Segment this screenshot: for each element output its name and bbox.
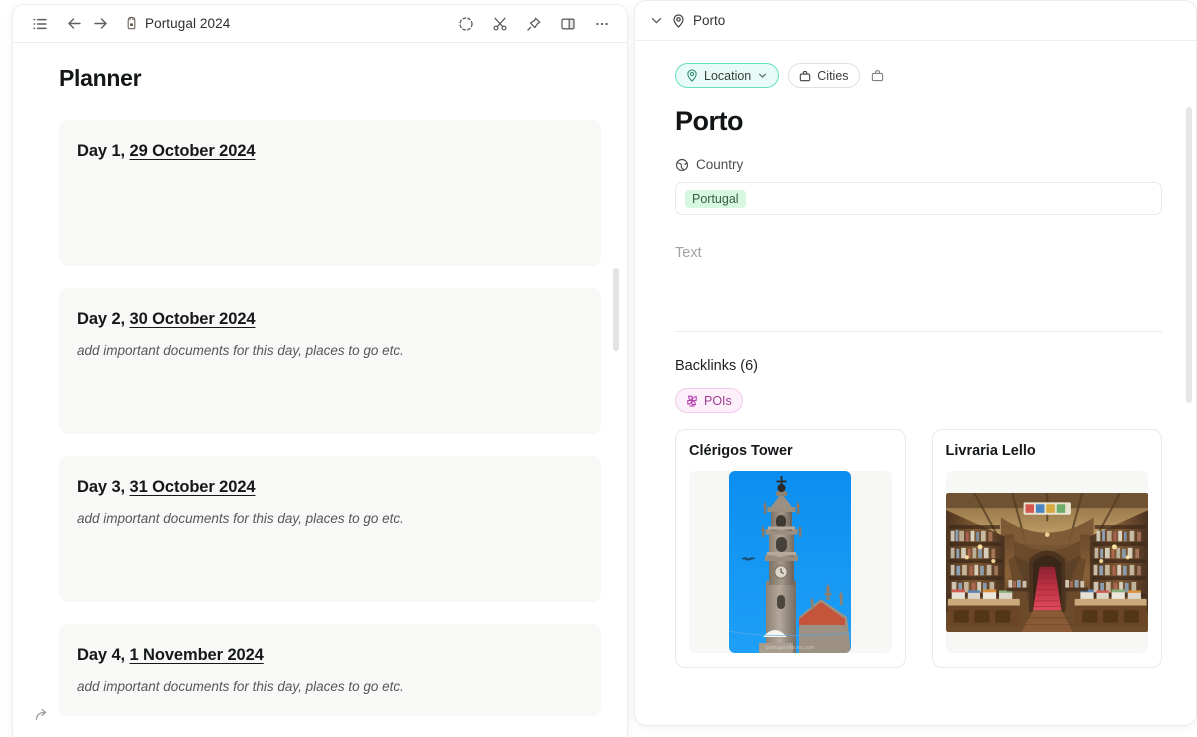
day-heading: Day 3, 31 October 2024 <box>77 478 583 497</box>
day-label: Day 4, <box>77 646 126 664</box>
day-card[interactable]: Day 2, 30 October 2024 add important doc… <box>59 288 601 434</box>
map-pin-icon <box>672 13 685 28</box>
day-date-link[interactable]: 30 October 2024 <box>130 310 256 328</box>
document-window: Portugal 2024 Planner Day 1, 29 October … <box>12 4 628 737</box>
dashed-circle-icon[interactable] <box>453 11 479 37</box>
backlink-card[interactable]: Clérigos Tower portugal-places.com <box>675 429 906 668</box>
chip-cities-label: Cities <box>817 68 849 83</box>
country-field-value[interactable]: Portugal <box>675 182 1162 215</box>
forward-arrow-icon[interactable] <box>87 11 113 37</box>
backlink-card-title: Livraria Lello <box>945 443 1036 459</box>
clerigos-tower-photo[interactable]: portugal-places.com <box>689 471 892 653</box>
chip-location[interactable]: Location <box>675 63 780 88</box>
day-note[interactable]: add important documents for this day, pl… <box>77 343 583 358</box>
chip-cities[interactable]: Cities <box>788 63 860 88</box>
scissors-icon[interactable] <box>487 11 513 37</box>
breadcrumb-document[interactable]: Portugal 2024 <box>125 16 230 32</box>
back-arrow-icon[interactable] <box>61 11 87 37</box>
document-toolbar: Portugal 2024 <box>13 5 627 43</box>
backlink-cards: Clérigos Tower portugal-places.com Livra… <box>675 429 1162 668</box>
record-type-chips: Location Cities <box>675 63 1162 88</box>
country-tag[interactable]: Portugal <box>685 189 746 208</box>
pin-icon[interactable] <box>521 11 547 37</box>
day-date-link[interactable]: 1 November 2024 <box>130 646 264 664</box>
scrollbar-thumb[interactable] <box>613 268 619 351</box>
chevron-down-icon[interactable] <box>649 13 664 28</box>
chip-location-label: Location <box>704 68 752 83</box>
day-heading: Day 2, 30 October 2024 <box>77 310 583 329</box>
more-options-icon[interactable] <box>589 11 615 37</box>
briefcase-icon-standalone[interactable] <box>869 67 886 84</box>
document-body: Planner Day 1, 29 October 2024 Day 2, 30… <box>13 43 627 737</box>
day-note[interactable]: add important documents for this day, pl… <box>77 679 583 694</box>
document-scrollbar[interactable] <box>611 43 620 737</box>
livraria-lello-photo[interactable] <box>945 471 1148 653</box>
record-panel-scrollbar-thumb[interactable] <box>1186 107 1192 403</box>
country-label-text: Country <box>696 157 744 172</box>
day-note[interactable]: add important documents for this day, pl… <box>77 511 583 526</box>
document-title: Portugal 2024 <box>145 16 231 31</box>
record-panel-header: Porto <box>635 1 1196 41</box>
backpack-icon <box>125 16 138 32</box>
document-content: Planner Day 1, 29 October 2024 Day 2, 30… <box>13 65 627 716</box>
svg-text:portugal-places.com: portugal-places.com <box>766 645 815 651</box>
backlinks-heading: Backlinks (6) <box>675 358 758 374</box>
chevron-down-icon[interactable] <box>757 70 768 81</box>
backlink-card[interactable]: Livraria Lello <box>931 429 1162 668</box>
day-card[interactable]: Day 4, 1 November 2024 add important doc… <box>59 624 601 716</box>
app-root: Portugal 2024 Planner Day 1, 29 October … <box>0 0 1197 737</box>
day-card[interactable]: Day 1, 29 October 2024 <box>59 120 601 266</box>
briefcase-icon <box>799 70 811 82</box>
text-field-placeholder[interactable]: Text <box>675 245 1162 261</box>
page-title: Planner <box>59 65 142 91</box>
chip-pois[interactable]: POIs <box>675 388 743 413</box>
backlink-card-title: Clérigos Tower <box>689 443 793 459</box>
toolbar-actions <box>453 11 615 37</box>
split-panel-icon[interactable] <box>555 11 581 37</box>
section-divider <box>675 331 1162 332</box>
chip-pois-label: POIs <box>704 393 732 408</box>
day-heading: Day 1, 29 October 2024 <box>77 142 583 161</box>
record-title: Porto <box>675 106 744 136</box>
globe-icon <box>675 158 689 172</box>
windmill-icon <box>686 395 698 407</box>
day-label: Day 3, <box>77 478 126 496</box>
sidebar-toggle-icon[interactable] <box>27 11 53 37</box>
day-label: Day 1, <box>77 142 126 160</box>
day-date-link[interactable]: 29 October 2024 <box>130 142 256 160</box>
country-field-label: Country <box>675 157 1162 172</box>
record-panel-title: Porto <box>693 13 726 28</box>
record-panel-body: Location Cities Porto Country Portugal T… <box>635 41 1196 725</box>
day-heading: Day 4, 1 November 2024 <box>77 646 583 665</box>
map-pin-icon <box>686 69 698 82</box>
day-date-link[interactable]: 31 October 2024 <box>130 478 256 496</box>
day-card[interactable]: Day 3, 31 October 2024 add important doc… <box>59 456 601 602</box>
share-arrow-icon[interactable] <box>29 701 55 727</box>
record-panel: Porto Location Cities Porto Country Port… <box>634 0 1197 726</box>
day-label: Day 2, <box>77 310 126 328</box>
